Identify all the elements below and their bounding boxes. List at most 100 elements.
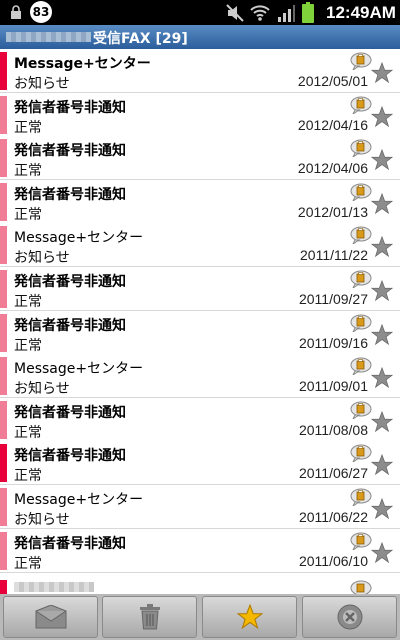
fax-icon xyxy=(350,226,372,245)
sender-name: 発信者番号非通知 xyxy=(14,186,126,203)
message-date: 2011/06/27 xyxy=(298,465,368,482)
fax-icon xyxy=(350,357,372,376)
fax-icon xyxy=(350,444,372,463)
list-item[interactable]: 発信者番号非通知 正常 2012/04/16 xyxy=(0,92,400,137)
list-item[interactable]: Message+センター お知らせ 2011/11/22 xyxy=(0,223,400,268)
fax-icon xyxy=(350,270,372,288)
message-subject: 正常 xyxy=(14,163,42,180)
star-toggle-icon[interactable] xyxy=(371,192,393,215)
signal-icon xyxy=(278,5,295,22)
title-bar: 受信FAX [29] xyxy=(0,25,400,49)
star-toggle-icon[interactable] xyxy=(371,454,393,476)
unread-indicator xyxy=(0,400,7,439)
list-item[interactable]: Message+センター お知らせ 2011/06/22 xyxy=(0,485,400,529)
message-date: 2011/06/22 xyxy=(298,509,368,525)
star-toggle-icon[interactable] xyxy=(371,498,393,520)
compose-button[interactable] xyxy=(3,596,98,638)
redacted-sender xyxy=(14,582,94,592)
close-icon xyxy=(337,604,362,630)
list-item[interactable]: 発信者番号非通知 正常 2012/04/06 xyxy=(0,136,400,181)
star-toggle-icon[interactable] xyxy=(371,410,393,433)
message-subject: 正常 xyxy=(14,555,42,572)
unread-indicator xyxy=(0,52,7,90)
fax-icon xyxy=(350,314,372,332)
fax-icon xyxy=(350,532,372,550)
list-item[interactable]: Message+センター お知らせ 2012/05/01 xyxy=(0,49,400,93)
fax-icon xyxy=(350,401,372,419)
battery-icon xyxy=(302,2,314,23)
sender-name: 発信者番号非通知 xyxy=(14,535,126,552)
page-title: 受信FAX [29] xyxy=(93,31,188,47)
fax-list[interactable]: Message+センター お知らせ 2012/05/01 発信者番号非通知 正常 2012… xyxy=(0,49,400,594)
sender-name: 発信者番号非通知 xyxy=(14,143,126,160)
star-toggle-icon[interactable] xyxy=(371,541,393,564)
message-date: 2012/04/06 xyxy=(297,160,368,177)
unread-indicator xyxy=(0,226,7,265)
list-item[interactable]: 発信者番号非通知 正常 2011/06/27 xyxy=(0,441,400,486)
star-toggle-icon[interactable] xyxy=(371,105,393,128)
unread-indicator xyxy=(0,357,7,396)
message-date: 2011/11/22 xyxy=(300,247,368,264)
sender-name: Message+センター xyxy=(14,56,151,72)
message-date: 2012/04/16 xyxy=(297,116,368,133)
mute-icon xyxy=(226,4,244,22)
star-toggle-icon[interactable] xyxy=(371,323,393,346)
trash-icon xyxy=(139,604,160,630)
star-toggle-icon[interactable] xyxy=(371,62,393,84)
star-toggle-icon[interactable] xyxy=(371,280,393,302)
star-toggle-icon[interactable] xyxy=(371,367,393,389)
list-item[interactable]: 発信者番号非通知 正常 2011/06/10 xyxy=(0,528,400,573)
sender-name: 発信者番号非通知 xyxy=(14,317,126,334)
sender-name: 発信者番号非通知 xyxy=(14,99,126,116)
unread-indicator xyxy=(0,270,7,308)
unread-indicator xyxy=(0,182,7,221)
list-item[interactable]: 発信者番号非通知 正常 2011/09/16 xyxy=(0,310,400,355)
sender-name: 発信者番号非通知 xyxy=(14,404,126,421)
fax-icon xyxy=(350,580,372,594)
list-item[interactable]: 発信者番号非通知 正常 2011/09/27 xyxy=(0,267,400,311)
unread-indicator xyxy=(0,488,7,526)
unread-indicator xyxy=(0,95,7,134)
star-toggle-icon[interactable] xyxy=(371,149,393,171)
redacted-account-name xyxy=(6,32,91,42)
unread-indicator xyxy=(0,444,7,483)
list-item[interactable]: 発信者番号非通知 正常 2012/01/13 xyxy=(0,179,400,224)
message-subject: お知らせ xyxy=(14,381,70,398)
sender-name: Message+センター xyxy=(14,361,144,378)
unread-indicator xyxy=(0,139,7,178)
wifi-icon xyxy=(250,5,270,21)
bottom-toolbar xyxy=(0,594,400,640)
message-date: 2011/09/01 xyxy=(298,378,368,395)
delete-button[interactable] xyxy=(102,596,197,638)
favorite-button[interactable] xyxy=(202,596,297,638)
message-subject: 正常 xyxy=(14,294,42,310)
notification-count-badge: 83 xyxy=(30,1,52,23)
message-subject: お知らせ xyxy=(14,250,70,267)
sender-name: Message+センター xyxy=(14,230,144,247)
message-subject: 正常 xyxy=(14,206,42,223)
clock: 12:49AM xyxy=(326,3,396,22)
sender-name: Message+センター xyxy=(14,492,144,508)
unread-indicator xyxy=(0,531,7,570)
message-date: 2011/06/10 xyxy=(298,552,368,569)
message-date: 2011/08/08 xyxy=(298,421,368,438)
star-icon xyxy=(236,604,263,630)
fax-icon xyxy=(350,52,372,70)
status-bar: 83 12:49AM xyxy=(0,0,400,25)
close-button[interactable] xyxy=(302,596,397,638)
sender-name: 発信者番号非通知 xyxy=(14,448,126,465)
unread-indicator xyxy=(0,580,7,594)
fax-icon xyxy=(350,488,372,506)
list-item[interactable]: 発信者番号非通知 正常 2011/08/08 xyxy=(0,397,400,442)
star-toggle-icon[interactable] xyxy=(371,236,393,258)
message-date: 2011/09/27 xyxy=(298,291,368,307)
message-subject: 正常 xyxy=(14,424,42,441)
list-item[interactable]: Message+センター お知らせ 2011/09/01 xyxy=(0,354,400,399)
unread-indicator xyxy=(0,313,7,352)
list-item-partial[interactable] xyxy=(0,577,400,594)
message-subject: お知らせ xyxy=(14,76,70,92)
sender-name: 発信者番号非通知 xyxy=(14,274,126,290)
message-subject: 正常 xyxy=(14,337,42,354)
message-date: 2012/05/01 xyxy=(297,73,368,89)
fax-icon xyxy=(350,183,372,201)
